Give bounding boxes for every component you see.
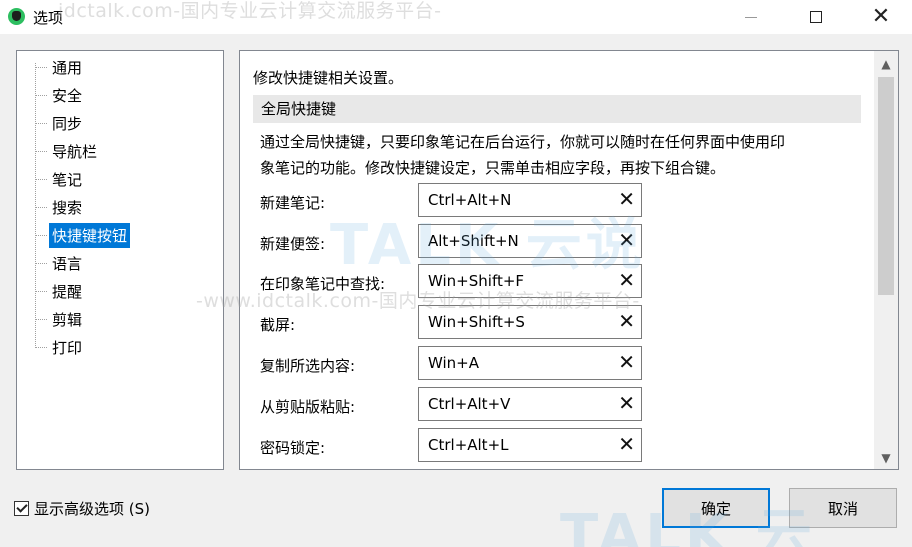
shortcut-label: 复制所选内容: <box>260 357 356 375</box>
tree-item-reminders[interactable]: 提醒 <box>35 279 85 303</box>
close-button[interactable]: ✕ <box>858 0 904 34</box>
shortcut-value: Win+A <box>428 354 480 372</box>
vertical-scrollbar[interactable]: ▲ ▼ <box>874 51 898 469</box>
tree-stub <box>35 178 47 180</box>
show-advanced-options-checkbox[interactable]: 显示高级选项 (S) <box>14 498 150 519</box>
shortcut-row-copy-selection: 复制所选内容: Win+A ✕ <box>260 346 860 382</box>
shortcut-value: Win+Shift+S <box>428 313 525 331</box>
tree-item-sync[interactable]: 同步 <box>35 111 85 135</box>
checkbox-checked-icon[interactable] <box>14 501 29 516</box>
tree-item-label: 提醒 <box>52 282 83 301</box>
maximize-icon <box>810 11 822 23</box>
tree-item-label: 导航栏 <box>52 142 98 161</box>
tree-item-label: 语言 <box>52 254 83 273</box>
close-icon: ✕ <box>871 4 891 29</box>
tree-stub <box>35 290 47 292</box>
clear-shortcut-icon[interactable]: ✕ <box>618 391 635 415</box>
options-dialog: 选项 ✕ 通用 安全 同步 导航栏 笔记 搜索 快捷键按钮 语言 提醒 剪辑 打… <box>0 0 912 547</box>
shortcut-value: Ctrl+Alt+V <box>428 395 511 413</box>
tree-item-print[interactable]: 打印 <box>35 335 85 359</box>
panel-intro: 修改快捷键相关设置。 <box>253 69 404 87</box>
tree-item-search[interactable]: 搜索 <box>35 195 85 219</box>
tree-item-label: 搜索 <box>52 198 83 217</box>
tree-item-clipper[interactable]: 剪辑 <box>35 307 85 331</box>
watermark-logo: TALK 云说 <box>330 213 646 278</box>
tree-item-label: 安全 <box>52 86 83 105</box>
scroll-thumb[interactable] <box>878 77 894 295</box>
watermark-logo-bottom: TALK 云 <box>560 503 816 547</box>
tree-stub <box>35 122 47 124</box>
tree-item-security[interactable]: 安全 <box>35 83 85 107</box>
tree-item-language[interactable]: 语言 <box>35 251 85 275</box>
tree-stub <box>35 206 47 208</box>
shortcut-label: 从剪贴版粘贴: <box>260 398 356 416</box>
description-line: 通过全局快捷键，只要印象笔记在后台运行，你就可以随时在任何界面中使用印 <box>260 133 786 151</box>
shortcut-row-password-lock: 密码锁定: Ctrl+Alt+L ✕ <box>260 428 860 464</box>
advanced-options-label: 显示高级选项 (S) <box>34 500 150 518</box>
watermark-text-middle: -www.idctalk.com-国内专业云计算交流服务平台- <box>196 290 640 312</box>
tree-item-label: 剪辑 <box>52 310 83 329</box>
section-description: 通过全局快捷键，只要印象笔记在后台运行，你就可以随时在任何界面中使用印 象笔记的… <box>260 129 860 181</box>
shortcut-value: Ctrl+Alt+L <box>428 436 509 454</box>
tree-stub <box>35 150 47 152</box>
tree-item-label: 笔记 <box>52 170 83 189</box>
tree-item-label: 通用 <box>52 58 83 77</box>
next-row-partial <box>260 469 394 470</box>
shortcut-label: 密码锁定: <box>260 439 326 457</box>
tree-item-label: 同步 <box>52 114 83 133</box>
tree-stub <box>35 66 47 68</box>
scroll-down-arrow-icon[interactable]: ▼ <box>874 447 898 469</box>
tree-item-notes[interactable]: 笔记 <box>35 167 85 191</box>
tree-stub <box>35 318 47 320</box>
tree-stub <box>35 234 47 236</box>
section-header-global-shortcuts: 全局快捷键 <box>253 95 861 123</box>
clear-shortcut-icon[interactable]: ✕ <box>618 432 635 456</box>
tree-item-navbar[interactable]: 导航栏 <box>35 139 100 163</box>
tree-item-shortcuts[interactable]: 快捷键按钮 <box>35 222 131 248</box>
minimize-button[interactable] <box>728 0 774 34</box>
minimize-icon <box>745 16 757 18</box>
description-line: 象笔记的功能。修改快捷键设定，只需单击相应字段，再按下组合键。 <box>260 159 726 177</box>
tree-stub <box>35 94 47 96</box>
scroll-up-arrow-icon[interactable]: ▲ <box>874 53 898 75</box>
watermark-text-top: idctalk.com-国内专业云计算交流服务平台- <box>58 0 442 22</box>
shortcut-row-paste-clipboard: 从剪贴版粘贴: Ctrl+Alt+V ✕ <box>260 387 860 423</box>
evernote-app-icon <box>8 8 25 25</box>
maximize-button[interactable] <box>793 0 839 34</box>
tree-stub <box>35 346 47 348</box>
shortcut-label: 新建便签: <box>260 235 326 253</box>
tree-item-label: 打印 <box>52 338 83 357</box>
tree-stub <box>35 262 47 264</box>
tree-item-general[interactable]: 通用 <box>35 55 85 79</box>
shortcut-field-copy-selection[interactable]: Win+A ✕ <box>418 346 642 380</box>
tree-item-label: 快捷键按钮 <box>49 222 131 248</box>
shortcut-label: 新建笔记: <box>260 194 326 212</box>
shortcut-label: 截屏: <box>260 316 296 334</box>
options-category-tree: 通用 安全 同步 导航栏 笔记 搜索 快捷键按钮 语言 提醒 剪辑 打印 <box>16 50 224 470</box>
clear-shortcut-icon[interactable]: ✕ <box>618 350 635 374</box>
shortcut-field-password-lock[interactable]: Ctrl+Alt+L ✕ <box>418 428 642 462</box>
shortcut-field-paste-clipboard[interactable]: Ctrl+Alt+V ✕ <box>418 387 642 421</box>
